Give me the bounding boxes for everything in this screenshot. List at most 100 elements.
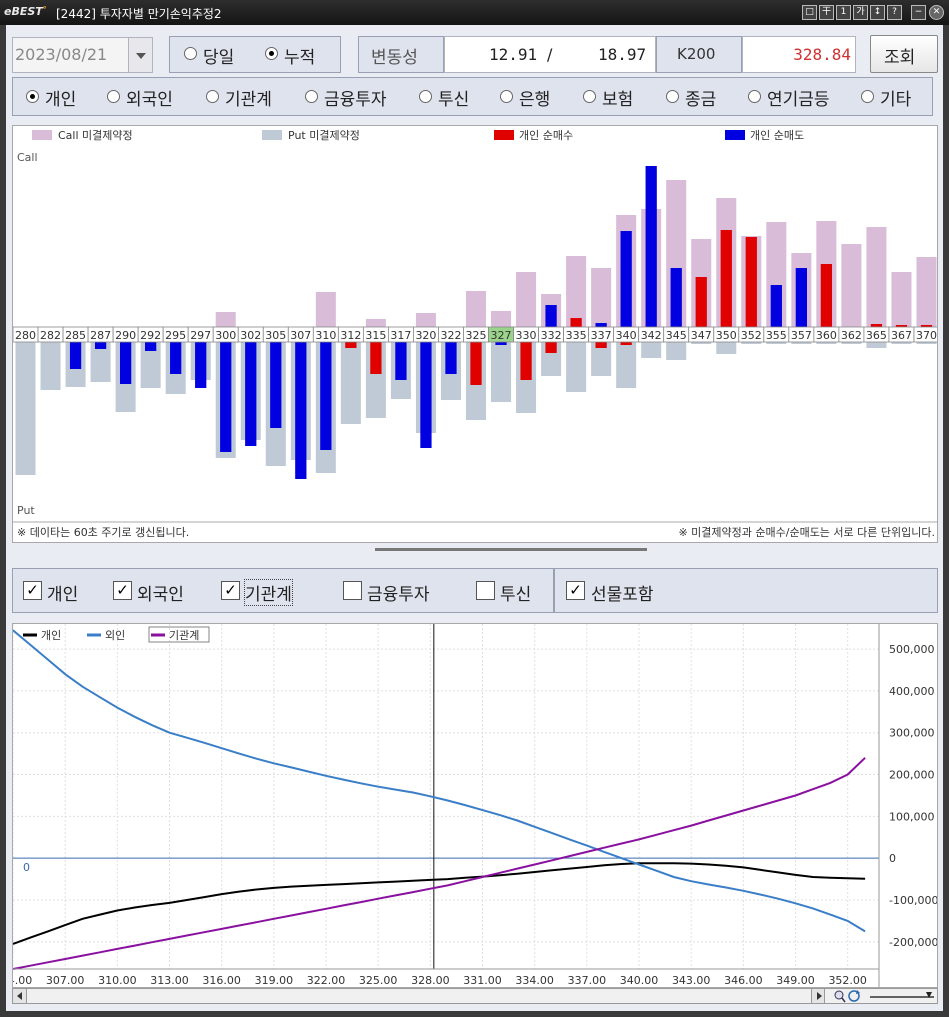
index-value-box: 328.84 — [742, 36, 856, 73]
help-button[interactable]: ? — [887, 5, 902, 20]
app-window: eBEST° [2442] 투자자별 만기손익추정2 □ 干 1 가 ↕ ? −… — [0, 0, 949, 1017]
legend-put-oi-swatch — [262, 130, 282, 140]
open-interest-chart[interactable]: Call 미결제약정 Put 미결제약정 개인 순매수 개인 순매도 Call … — [12, 125, 938, 543]
radio-cumulative[interactable] — [265, 47, 278, 60]
net-buy-bar — [620, 342, 632, 345]
strike-label: 330 — [516, 329, 537, 342]
put-axis-label: Put — [17, 504, 35, 517]
x-tick-label: 310.00 — [98, 974, 137, 987]
zoom-slider[interactable] — [868, 989, 936, 1003]
x-tick-label: 319.00 — [255, 974, 294, 987]
radio-insurance[interactable] — [583, 90, 596, 103]
radio-bank[interactable] — [500, 90, 513, 103]
pnl-line-chart[interactable]: 304.00 307.00 310.00 313.00 316.00 319.00 322.… — [12, 623, 938, 988]
index-label-box: K200 — [656, 36, 742, 73]
put-oi-bar — [566, 342, 587, 392]
title-bar[interactable]: eBEST° [2442] 투자자별 만기손익추정2 □ 干 1 가 ↕ ? −… — [0, 0, 949, 25]
checkbox-foreign[interactable]: ✓ — [113, 581, 132, 600]
pnl-line-svg: 304.00 307.00 310.00 313.00 316.00 319.00 322.… — [13, 624, 937, 987]
radio-financial-investment-label: 금융투자 — [324, 90, 387, 110]
date-picker[interactable]: 2023/08/21 — [12, 37, 153, 73]
minimize-button[interactable]: − — [911, 5, 926, 20]
chevron-down-icon[interactable] — [128, 38, 152, 72]
strike-label: 297 — [190, 329, 211, 342]
date-value: 2023/08/21 — [15, 45, 108, 64]
scroll-right-icon[interactable] — [811, 989, 825, 1003]
net-sell-bar — [220, 342, 232, 452]
net-sell-bar — [495, 342, 507, 345]
strike-label: 352 — [741, 329, 762, 342]
zoom-reset-icon[interactable] — [848, 989, 861, 1003]
net-sell-bar — [420, 342, 432, 448]
open-interest-svg: Call 미결제약정 Put 미결제약정 개인 순매수 개인 순매도 Call … — [13, 128, 937, 539]
radio-pension[interactable] — [748, 90, 761, 103]
net-sell-bar — [595, 323, 607, 327]
radio-investment-trust[interactable] — [419, 90, 432, 103]
net-buy-bar — [820, 264, 833, 327]
x-tick-label: 304.00 — [13, 974, 32, 987]
put-oi-bar — [15, 342, 36, 475]
net-buy-bar — [595, 342, 607, 348]
investor-radio-group: 개인 외국인 기관계 금융투자 투신 은행 보험 종금 연기금등 기타 — [12, 77, 933, 116]
x-tick-label: 343.00 — [672, 974, 711, 987]
font-button[interactable]: 가 — [853, 5, 868, 20]
chart-horizontal-scrollbar[interactable] — [12, 988, 938, 1004]
query-button[interactable]: 조회 — [870, 35, 938, 73]
radio-investment-trust-label: 투신 — [438, 90, 470, 110]
close-icon[interactable]: ✕ — [929, 5, 944, 20]
panel-splitter[interactable] — [375, 548, 647, 551]
net-buy-bar — [870, 324, 883, 327]
index-label: K200 — [677, 45, 716, 63]
strike-label: 317 — [390, 329, 411, 342]
strike-label: 282 — [40, 329, 61, 342]
resize-button[interactable]: ↕ — [870, 5, 885, 20]
radio-others[interactable] — [861, 90, 874, 103]
net-buy-bar — [745, 237, 757, 327]
restore-button[interactable]: □ — [802, 5, 817, 20]
put-oi-bar — [716, 342, 737, 354]
net-sell-bar — [795, 268, 807, 327]
x-tick-label: 331.00 — [463, 974, 502, 987]
put-oi-bar — [491, 342, 512, 402]
radio-institution-label: 기관계 — [225, 90, 272, 110]
radio-financial-investment[interactable] — [305, 90, 318, 103]
link-number-button[interactable]: 1 — [836, 5, 851, 20]
checkbox-institution[interactable]: ✓ — [221, 581, 240, 600]
checkbox-individual[interactable]: ✓ — [23, 581, 42, 600]
strike-label: 370 — [916, 329, 937, 342]
volatility-slash: / — [547, 45, 553, 64]
scroll-left-icon[interactable] — [13, 989, 27, 1003]
volatility-label-box: 변동성 — [358, 36, 444, 73]
radio-individual[interactable] — [26, 90, 39, 103]
x-tick-label: 328.00 — [411, 974, 450, 987]
strike-label: 340 — [616, 329, 637, 342]
radio-foreign[interactable] — [107, 90, 120, 103]
x-tick-label: 307.00 — [46, 974, 85, 987]
line-institution — [13, 757, 866, 970]
radio-others-label: 기타 — [880, 90, 912, 110]
call-oi-bar — [491, 311, 512, 327]
radio-daily[interactable] — [184, 47, 197, 60]
app-logo: eBEST° — [4, 5, 47, 18]
zoom-in-icon[interactable] — [833, 989, 846, 1003]
net-sell-bar — [320, 342, 332, 450]
checkbox-investment-trust[interactable] — [476, 581, 495, 600]
strike-label: 357 — [791, 329, 812, 342]
volatility-value-2: 18.97 — [598, 45, 647, 64]
pnl-grid — [13, 624, 879, 969]
strike-label: 315 — [365, 329, 386, 342]
net-sell-bar — [94, 342, 107, 349]
radio-institution[interactable] — [206, 90, 219, 103]
window-title: [2442] 투자자별 만기손익추정2 — [56, 7, 222, 21]
checkbox-financial-investment[interactable] — [343, 581, 362, 600]
checkbox-include-futures[interactable]: ✓ — [566, 581, 585, 600]
call-axis-label: Call — [17, 151, 38, 164]
strike-label: 285 — [65, 329, 86, 342]
pin-button[interactable]: 干 — [819, 5, 834, 20]
volatility-value-1: 12.91 — [489, 45, 538, 64]
legend-net-buy: 개인 순매수 — [519, 129, 573, 142]
mode-group: 당일 누적 — [169, 36, 341, 73]
radio-merchant-bank[interactable] — [666, 90, 679, 103]
oi-footer-right: ※ 미결제약정과 순매수/순매도는 서로 다른 단위입니다. — [678, 525, 935, 539]
oi-footer-left: ※ 데이타는 60초 주기로 갱신됩니다. — [17, 526, 189, 539]
